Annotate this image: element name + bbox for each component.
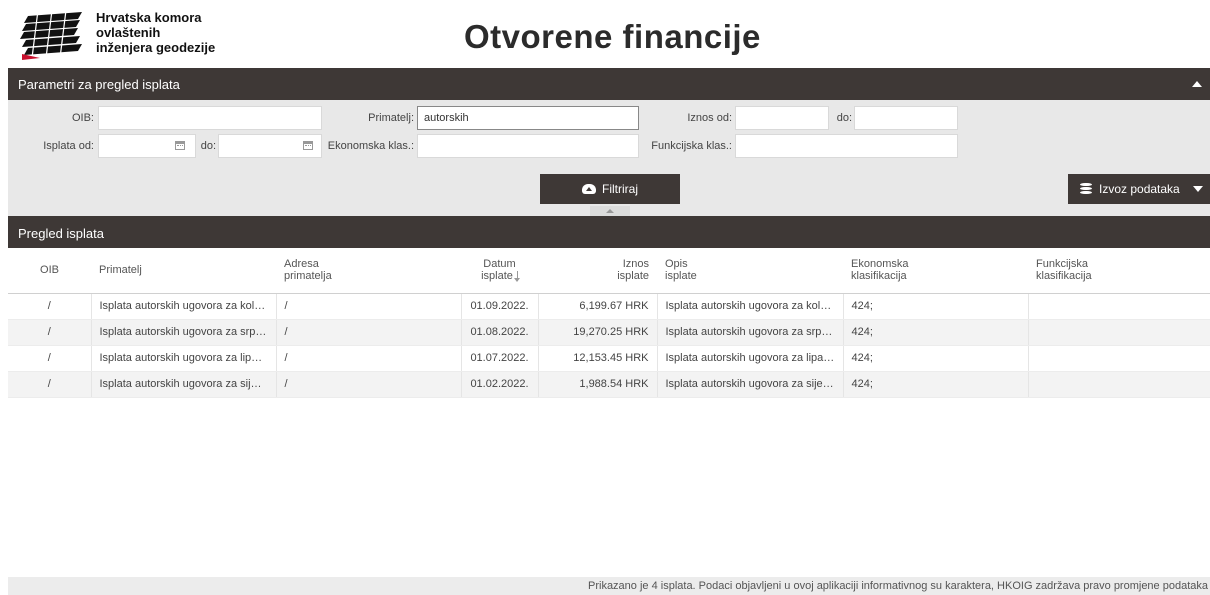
cell-ekonomska: 424; [843, 293, 1029, 320]
table-row[interactable]: / Isplata autorskih ugovora za kolo… / 0… [8, 293, 1210, 320]
cell-oib: / [8, 319, 92, 346]
col-header-datum[interactable]: Datum isplate [461, 248, 538, 294]
cell-adresa: / [276, 371, 462, 398]
cell-oib: / [8, 371, 92, 398]
cell-iznos: 12,153.45 HRK [538, 345, 658, 372]
hkoig-logo-icon [20, 10, 82, 60]
cell-iznos: 6,199.67 HRK [538, 293, 658, 320]
cell-datum: 01.07.2022. [461, 345, 539, 372]
iznos-od-label: Iznos od: [687, 112, 732, 124]
cell-datum: 01.09.2022. [461, 293, 539, 320]
cell-opis: Isplata autorskih ugovora za srpa… [657, 319, 844, 346]
isplata-od-label: Isplata od: [43, 140, 94, 152]
caret-down-icon [1192, 186, 1203, 192]
calendar-icon[interactable] [303, 141, 313, 150]
table-row[interactable]: / Isplata autorskih ugovora za lipan… / … [8, 345, 1210, 372]
cell-primatelj: Isplata autorskih ugovora za kolo… [91, 293, 277, 320]
cell-adresa: / [276, 319, 462, 346]
cell-primatelj: Isplata autorskih ugovora za srpa… [91, 319, 277, 346]
cell-ekonomska: 424; [843, 345, 1029, 372]
oib-input[interactable] [98, 106, 322, 130]
header: Hrvatska komora ovlaštenih inženjera geo… [0, 0, 1210, 68]
cell-primatelj: Isplata autorskih ugovora za siječ… [91, 371, 277, 398]
cell-funkcijska [1028, 371, 1210, 398]
filter-button-label: Filtriraj [602, 182, 638, 196]
cell-ekonomska: 424; [843, 319, 1029, 346]
table-row[interactable]: / Isplata autorskih ugovora za siječ… / … [8, 371, 1210, 398]
cell-datum: 01.02.2022. [461, 371, 539, 398]
sort-desc-icon[interactable] [513, 271, 520, 283]
col-header-ekonomska[interactable]: Ekonomska klasifikacija [843, 248, 1028, 294]
org-name: Hrvatska komora ovlaštenih inženjera geo… [96, 10, 216, 55]
col-header-iznos[interactable]: Iznos isplate [538, 248, 657, 294]
cell-iznos: 19,270.25 HRK [538, 319, 658, 346]
col-header-oib[interactable]: OIB [8, 248, 91, 294]
funkcijska-input[interactable] [735, 134, 958, 158]
cell-adresa: / [276, 293, 462, 320]
results-section-bar: Pregled isplata [8, 216, 1210, 248]
col-header-adresa[interactable]: Adresa primatelja [276, 248, 461, 294]
footer-status: Prikazano je 4 isplata. Podaci objavljen… [8, 577, 1210, 595]
cell-oib: / [8, 345, 92, 372]
filter-button[interactable]: Filtriraj [540, 174, 680, 204]
cell-opis: Isplata autorskih ugovora za kolo… [657, 293, 844, 320]
params-section-title: Parametri za pregled isplata [18, 77, 180, 92]
table-header-row: OIB Primatelj Adresa primatelja Datum ispl… [8, 248, 1210, 294]
isplata-do-label: do: [200, 140, 216, 152]
cell-opis: Isplata autorskih ugovora za siječ… [657, 371, 844, 398]
cell-funkcijska [1028, 319, 1210, 346]
iznos-od-input[interactable] [735, 106, 829, 130]
collapse-params-tab[interactable] [590, 206, 630, 216]
ekonomska-label: Ekonomska klas.: [327, 140, 414, 152]
funkcijska-label: Funkcijska klas.: [651, 140, 732, 152]
iznos-do-label: do: [836, 112, 852, 124]
payments-table: OIB Primatelj Adresa primatelja Datum ispl… [8, 248, 1210, 398]
page-title: Otvorene financije [464, 18, 761, 55]
primatelj-label: Primatelj: [368, 112, 414, 124]
primatelj-input[interactable] [417, 106, 639, 130]
col-header-opis[interactable]: Opis isplate [657, 248, 843, 294]
results-section-title: Pregled isplata [18, 226, 104, 241]
cell-ekonomska: 424; [843, 371, 1029, 398]
params-section-bar[interactable]: Parametri za pregled isplata [8, 68, 1210, 100]
col-header-funkcijska[interactable]: Funkcijska klasifikacija [1028, 248, 1210, 294]
calendar-icon[interactable] [175, 141, 185, 150]
cell-opis: Isplata autorskih ugovora za lipa… [657, 345, 844, 372]
export-button[interactable]: Izvoz podataka [1068, 174, 1210, 204]
params-panel: OIB: Primatelj: Iznos od: do: Isplata od… [8, 100, 1210, 216]
database-icon [1080, 182, 1092, 196]
cell-oib: / [8, 293, 92, 320]
cell-funkcijska [1028, 293, 1210, 320]
col-header-primatelj[interactable]: Primatelj [91, 248, 276, 294]
export-button-label: Izvoz podataka [1099, 182, 1180, 196]
cloud-upload-icon [582, 184, 596, 194]
cell-datum: 01.08.2022. [461, 319, 539, 346]
oib-label: OIB: [71, 112, 94, 124]
cell-primatelj: Isplata autorskih ugovora za lipan… [91, 345, 277, 372]
ekonomska-input[interactable] [417, 134, 639, 158]
cell-adresa: / [276, 345, 462, 372]
iznos-do-input[interactable] [854, 106, 958, 130]
cell-funkcijska [1028, 345, 1210, 372]
table-row[interactable]: / Isplata autorskih ugovora za srpa… / 0… [8, 319, 1210, 346]
collapse-up-icon[interactable] [1192, 81, 1202, 87]
cell-iznos: 1,988.54 HRK [538, 371, 658, 398]
